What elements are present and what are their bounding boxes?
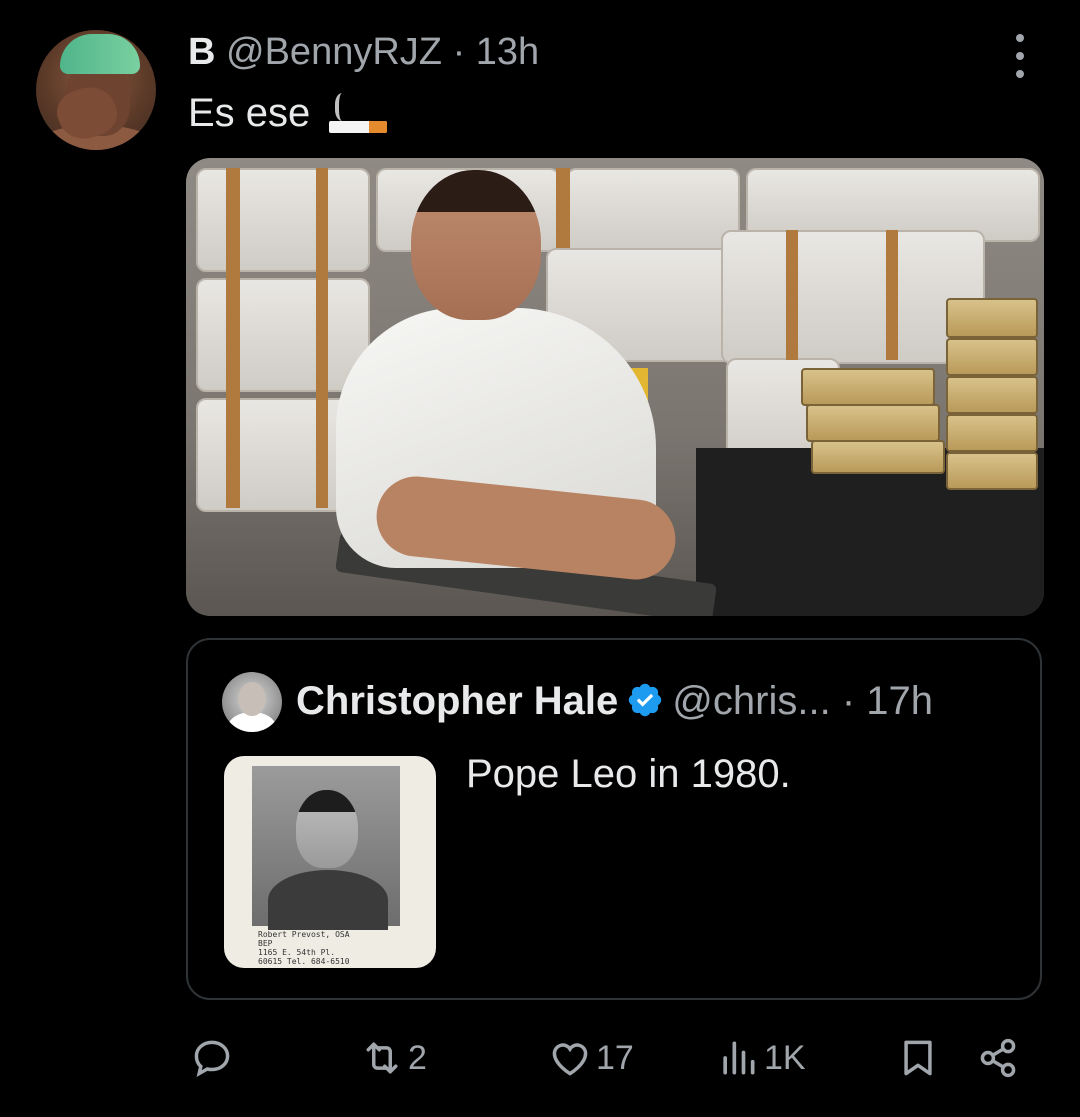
brick <box>801 368 935 406</box>
quoted-author-name[interactable]: Christopher Hale <box>296 679 618 723</box>
brick <box>946 338 1038 376</box>
view-count: 1K <box>764 1038 806 1077</box>
brick <box>946 376 1038 414</box>
quoted-author-handle[interactable]: @chris... <box>672 679 830 723</box>
brick <box>946 414 1038 452</box>
brick <box>806 404 940 442</box>
tweet-text: Es ese <box>188 90 391 137</box>
retweet-count: 2 <box>408 1038 427 1077</box>
tweet-header: B @BennyRJZ · 13h <box>188 30 539 74</box>
action-bar: 2 17 1K <box>0 1030 1080 1090</box>
share-icon <box>980 1038 1016 1078</box>
verified-badge-icon <box>629 684 662 717</box>
bale <box>566 168 740 252</box>
cigarette-emoji-icon <box>325 93 391 137</box>
quoted-tweet[interactable]: Christopher Hale @chris... · 17h Robert P… <box>186 638 1042 1000</box>
strap <box>786 230 798 360</box>
quoted-tweet-image[interactable]: Robert Prevost, OSA BEP 1165 E. 54th Pl.… <box>224 756 436 968</box>
bale <box>196 168 370 272</box>
tweet-text-content: Es ese <box>188 91 311 135</box>
man-head <box>411 170 541 320</box>
quoted-header-separator: · <box>841 679 856 723</box>
photo-caption: Robert Prevost, OSA BEP 1165 E. 54th Pl.… <box>258 930 350 966</box>
quoted-tweet-header: Christopher Hale @chris... · 17h <box>296 678 933 725</box>
bale <box>196 278 370 392</box>
strap <box>886 230 898 360</box>
quoted-tweet-time[interactable]: 17h <box>866 679 933 723</box>
author-avatar[interactable] <box>36 30 156 150</box>
views-icon <box>723 1041 755 1075</box>
retweet-icon <box>366 1042 398 1074</box>
author-name[interactable]: B <box>188 31 215 73</box>
tweet-time[interactable]: 13h <box>476 31 539 73</box>
heart-icon <box>552 1043 588 1076</box>
brick <box>811 440 945 474</box>
reply-icon <box>194 1040 230 1078</box>
reply-button[interactable] <box>190 1030 238 1086</box>
strap <box>556 168 570 248</box>
quoted-author-avatar[interactable] <box>222 672 282 732</box>
views-button[interactable]: 1K <box>716 1030 806 1086</box>
share-button[interactable] <box>976 1030 1020 1086</box>
strap <box>316 168 328 508</box>
tweet-media-image[interactable] <box>186 158 1044 616</box>
brick <box>946 298 1038 338</box>
header-separator: · <box>452 31 466 73</box>
bookmark-button[interactable] <box>896 1030 940 1086</box>
portrait-photo <box>252 766 400 930</box>
avatar-hair <box>60 34 140 74</box>
like-button[interactable]: 17 <box>548 1030 634 1086</box>
quoted-tweet-text: Pope Leo in 1980. <box>466 752 791 796</box>
retweet-button[interactable]: 2 <box>360 1030 427 1086</box>
author-handle[interactable]: @BennyRJZ <box>226 31 442 73</box>
bookmark-icon <box>904 1040 932 1076</box>
strap <box>226 168 240 508</box>
like-count: 17 <box>596 1038 634 1077</box>
more-icon[interactable] <box>1006 34 1034 78</box>
brick <box>946 452 1038 490</box>
